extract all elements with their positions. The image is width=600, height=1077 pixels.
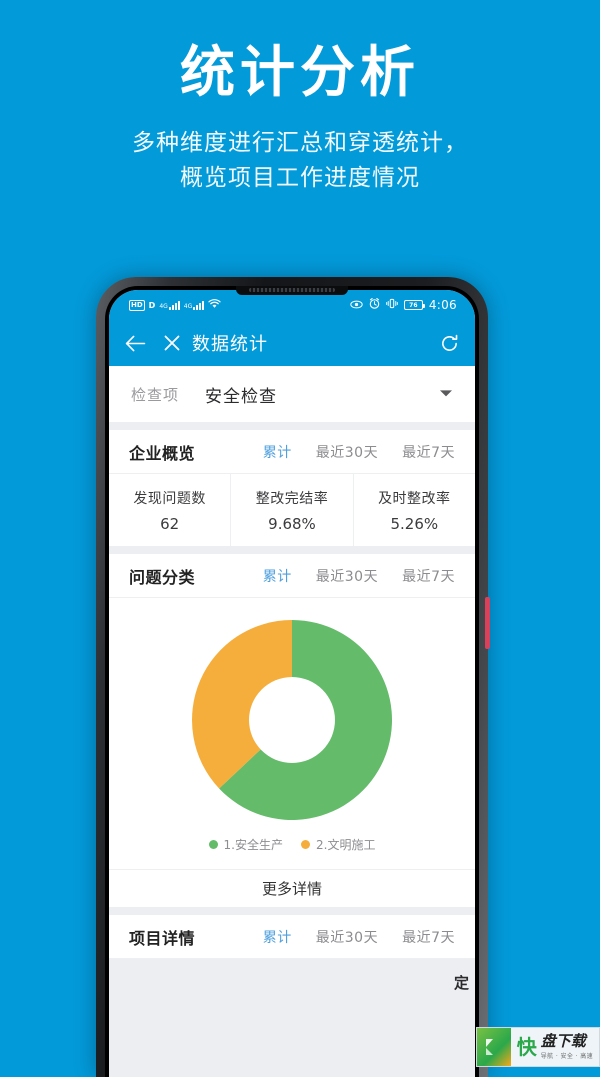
stat-rectification-completion-rate: 整改完结率 9.68%	[230, 474, 352, 546]
stat-label: 整改完结率	[255, 490, 329, 507]
tab-last-7-days[interactable]: 最近7天	[402, 442, 455, 462]
table-column-header: 定	[453, 973, 469, 992]
stat-timely-rectification-rate: 及时整改率 5.26%	[352, 474, 475, 546]
filter-label: 检查项	[131, 385, 180, 404]
promo-header: 统计分析 多种维度进行汇总和穿透统计， 概览项目工作进度情况	[0, 0, 600, 197]
battery-icon: 76	[403, 300, 425, 310]
problem-classification-header: 问题分类 累计 最近30天 最近7天	[109, 554, 475, 598]
phone-frame: HD D 4G 4G 76 4:06 数据统计 检查项 安全检查 企业概览 累计…	[96, 277, 490, 1077]
page-content: 检查项 安全检查 企业概览 累计 最近30天 最近7天 发现问题数 62 整改完…	[109, 366, 475, 1077]
refresh-icon[interactable]	[440, 334, 459, 353]
stat-label: 发现问题数	[133, 490, 206, 507]
legend-color-dot	[208, 840, 218, 849]
tab-last-30-days[interactable]: 最近30天	[316, 442, 378, 462]
signal-1: 4G	[159, 300, 180, 310]
enterprise-overview-tabs: 累计 最近30天 最近7天	[263, 442, 455, 462]
chart-legend: 1.安全生产 2.文明施工	[208, 836, 375, 853]
enterprise-overview-header: 企业概览 累计 最近30天 最近7天	[109, 430, 475, 474]
signal-bars-1	[168, 300, 180, 310]
stat-value: 5.26%	[390, 514, 439, 533]
legend-color-dot	[301, 840, 310, 849]
project-details-tabs: 累计 最近30天 最近7天	[263, 927, 455, 947]
more-details-button[interactable]: 更多详情	[109, 869, 475, 907]
tab-last-30-days[interactable]: 最近30天	[316, 566, 378, 586]
tab-cumulative[interactable]: 累计	[263, 442, 292, 462]
legend-label: 1.安全生产	[223, 838, 283, 852]
problem-classification-card: 问题分类 累计 最近30天 最近7天 1.安全生产 2.文明施工 更多详情	[109, 554, 475, 907]
alarm-icon	[369, 298, 380, 312]
project-details-card: 项目详情 累计 最近30天 最近7天	[109, 915, 475, 959]
legend-item-safety-production: 1.安全生产	[208, 836, 283, 853]
hd-icon: HD	[129, 299, 145, 311]
stat-label: 及时整改率	[378, 490, 451, 507]
legend-item-civilized-construction: 2.文明施工	[301, 836, 375, 853]
filter-card: 检查项 安全检查	[109, 366, 475, 422]
chevron-down-icon[interactable]	[439, 388, 453, 401]
status-bar-clock: 4:06	[428, 298, 457, 312]
filter-row[interactable]: 检查项 安全检查	[109, 366, 475, 422]
eye-icon	[350, 299, 363, 312]
phone-power-button[interactable]	[485, 597, 490, 649]
filter-value: 安全检查	[205, 386, 278, 407]
donut-chart-svg	[192, 620, 392, 820]
problem-classification-tabs: 累计 最近30天 最近7天	[263, 566, 455, 586]
battery-level: 76	[409, 301, 418, 309]
project-details-header: 项目详情 累计 最近30天 最近7天	[109, 915, 475, 959]
signal-bars-2	[193, 300, 205, 310]
site-watermark: 快 盘下载 导航 · 安全 · 高速	[475, 1027, 600, 1067]
stat-found-issues: 发现问题数 62	[109, 474, 230, 546]
status-bar-right: 76 4:06	[350, 298, 457, 312]
watermark-kuai: 快	[516, 1035, 537, 1059]
tab-last-30-days[interactable]: 最近30天	[316, 927, 378, 947]
tab-last-7-days[interactable]: 最近7天	[402, 566, 455, 586]
enterprise-overview-card: 企业概览 累计 最近30天 最近7天 发现问题数 62 整改完结率 9.68% …	[109, 430, 475, 546]
stat-value: 62	[160, 514, 180, 533]
watermark-main: 盘下载	[540, 1032, 586, 1051]
watermark-right: 盘下载 导航 · 安全 · 高速	[540, 1032, 593, 1060]
watermark-text: 快 盘下载 导航 · 安全 · 高速	[511, 1028, 599, 1066]
wifi-icon	[208, 298, 221, 312]
donut-chart: 1.安全生产 2.文明施工	[109, 598, 475, 869]
card-title: 企业概览	[129, 443, 196, 463]
back-arrow-icon[interactable]	[125, 335, 146, 352]
phone-screen: HD D 4G 4G 76 4:06 数据统计 检查项 安全检查 企业概览 累计…	[109, 290, 475, 1077]
card-title: 问题分类	[129, 567, 196, 587]
watermark-sub: 导航 · 安全 · 高速	[540, 1052, 593, 1060]
status-bar-left: HD D 4G 4G	[129, 298, 221, 312]
phone-earpiece-speaker	[249, 288, 335, 292]
app-bar: 数据统计	[109, 320, 475, 366]
phone-mockup: HD D 4G 4G 76 4:06 数据统计 检查项 安全检查 企业概览 累计…	[96, 277, 496, 1077]
project-details-table-header: 定	[109, 967, 475, 997]
card-title: 项目详情	[129, 928, 196, 948]
donut-hole	[249, 677, 335, 763]
phone-bezel: HD D 4G 4G 76 4:06 数据统计 检查项 安全检查 企业概览 累计…	[105, 286, 479, 1077]
legend-label: 2.文明施工	[316, 838, 376, 852]
promo-subtitle: 多种维度进行汇总和穿透统计， 概览项目工作进度情况	[0, 126, 600, 197]
watermark-logo-icon	[476, 1028, 511, 1066]
promo-subtitle-line-2: 概览项目工作进度情况	[180, 165, 420, 192]
stat-value: 9.68%	[268, 514, 316, 533]
signal-2: 4G	[183, 300, 205, 310]
network-label-2: 4G	[183, 302, 193, 310]
promo-subtitle-line-1: 多种维度进行汇总和穿透统计，	[132, 129, 468, 156]
page-title: 数据统计	[192, 334, 268, 355]
vibrate-icon	[386, 298, 398, 312]
close-icon[interactable]	[164, 335, 180, 351]
promo-title: 统计分析	[179, 40, 420, 104]
data-icon: D	[148, 300, 156, 310]
tab-last-7-days[interactable]: 最近7天	[402, 927, 455, 947]
tab-cumulative[interactable]: 累计	[263, 927, 292, 947]
network-label-1: 4G	[159, 302, 168, 310]
tab-cumulative[interactable]: 累计	[263, 566, 292, 586]
enterprise-stats-row: 发现问题数 62 整改完结率 9.68% 及时整改率 5.26%	[109, 474, 475, 546]
